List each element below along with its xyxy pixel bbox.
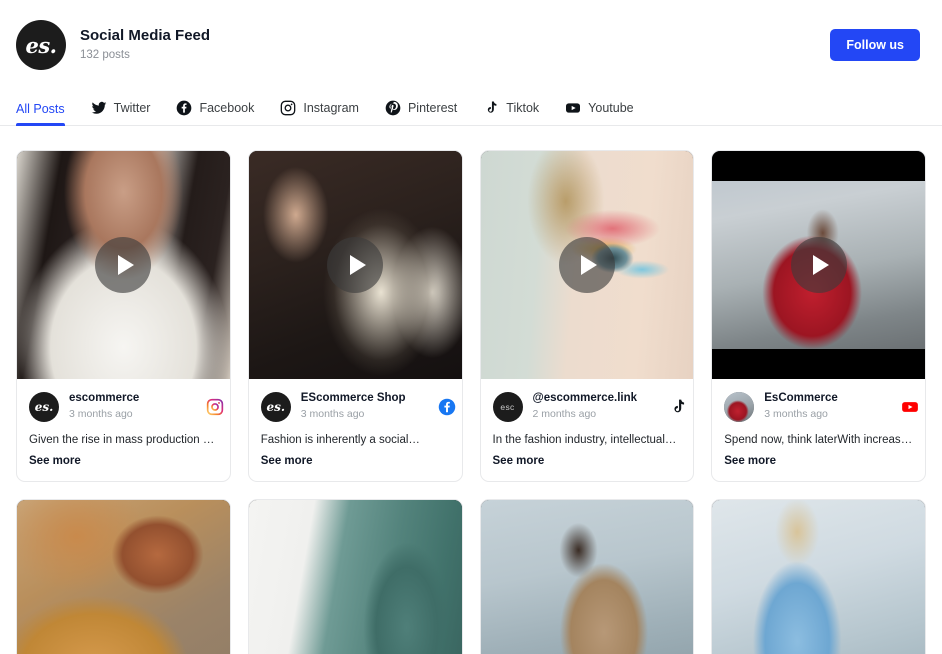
post-author-block: escommerce 3 months ago: [69, 391, 139, 422]
instagram-icon: [280, 100, 296, 116]
post-author: escommerce: [69, 392, 140, 404]
post-media[interactable]: [248, 151, 462, 379]
post-image: [480, 500, 694, 654]
post-meta: es. EScommerce Shop 3 months ago: [249, 379, 462, 422]
tab-pinterest-label: Pinterest: [407, 101, 458, 115]
post-card[interactable]: [479, 499, 695, 654]
tiktok-icon: [663, 398, 685, 416]
page-title: Social Media Feed: [80, 27, 211, 44]
post-media[interactable]: [17, 151, 230, 379]
facebook-icon: [176, 100, 192, 116]
tab-pinterest[interactable]: Pinterest: [385, 100, 457, 125]
post-excerpt: In the fashion industry, intellectual…: [492, 434, 677, 446]
tab-all-posts[interactable]: All Posts: [16, 102, 65, 126]
post-body: Given the rise in mass production of… Se…: [17, 422, 230, 481]
page-header: es. Social Media Feed 132 posts Follow u…: [0, 0, 942, 74]
play-icon[interactable]: [790, 237, 847, 293]
tab-tiktok[interactable]: Tiktok: [483, 100, 539, 125]
post-card[interactable]: esc @escommerce.link 2 months ago In the…: [479, 150, 695, 482]
post-author: EsCommerce: [764, 392, 838, 404]
see-more-link[interactable]: See more: [261, 455, 450, 467]
brand-text: Social Media Feed 132 posts: [80, 27, 210, 63]
post-card[interactable]: es. EScommerce Shop 3 months ago Fashion…: [247, 150, 463, 482]
play-icon[interactable]: [558, 237, 615, 293]
post-body: Spend now, think laterWith increasi… See…: [712, 422, 925, 481]
network-tabs: All Posts Twitter Facebook Instagram Pin…: [0, 90, 942, 126]
post-body: Fashion is inherently a social… See more: [249, 422, 462, 481]
post-image: [17, 500, 230, 654]
post-author-block: @escommerce.link 2 months ago: [533, 391, 638, 422]
post-media[interactable]: [480, 151, 694, 379]
post-time: 3 months ago: [764, 408, 828, 420]
post-meta: es. escommerce 3 months ago: [17, 379, 230, 422]
tab-instagram[interactable]: Instagram: [280, 100, 359, 125]
avatar: esc: [492, 391, 523, 422]
tab-youtube-label: Youtube: [588, 101, 634, 115]
posts-grid: es. escommerce 3 months ago Given the ri…: [0, 126, 942, 654]
avatar-image: [724, 391, 755, 422]
post-author: @escommerce.link: [532, 392, 638, 404]
see-more-link[interactable]: See more: [724, 455, 913, 467]
post-author-block: EsCommerce 3 months ago: [764, 391, 838, 422]
avatar: es.: [29, 391, 59, 422]
es-brand-logo: es.: [16, 20, 66, 70]
post-time: 3 months ago: [69, 408, 133, 420]
tab-tiktok-label: Tiktok: [506, 101, 540, 115]
post-body: In the fashion industry, intellectual… S…: [481, 422, 694, 481]
play-icon[interactable]: [327, 237, 384, 293]
letterbox-bar-top: [712, 151, 925, 181]
post-card[interactable]: es. escommerce 3 months ago Given the ri…: [16, 150, 231, 482]
avatar: [724, 391, 755, 422]
brand: es. Social Media Feed 132 posts: [16, 20, 210, 70]
post-media[interactable]: [248, 500, 462, 654]
post-media[interactable]: [17, 500, 230, 654]
post-excerpt: Spend now, think laterWith increasi…: [724, 434, 913, 446]
tab-facebook[interactable]: Facebook: [176, 100, 254, 125]
post-card[interactable]: [247, 499, 463, 654]
post-card[interactable]: EsCommerce 3 months ago Spend now, think…: [711, 150, 926, 482]
tab-twitter[interactable]: Twitter: [91, 100, 151, 125]
post-media[interactable]: [480, 500, 694, 654]
tab-facebook-label: Facebook: [199, 101, 255, 115]
twitter-icon: [91, 100, 107, 116]
youtube-icon: [565, 100, 581, 116]
posts-count: 132 posts: [80, 49, 130, 61]
instagram-icon: [200, 398, 223, 416]
post-time: 3 months ago: [300, 408, 365, 420]
post-media[interactable]: [712, 500, 925, 654]
post-time: 2 months ago: [532, 408, 597, 420]
post-excerpt: Fashion is inherently a social…: [260, 434, 420, 446]
avatar: es.: [260, 391, 291, 422]
post-meta: EsCommerce 3 months ago: [712, 379, 925, 422]
post-excerpt: Given the rise in mass production of…: [29, 434, 218, 446]
post-media[interactable]: [712, 151, 925, 379]
tab-twitter-label: Twitter: [113, 101, 151, 115]
see-more-link[interactable]: See more: [29, 455, 218, 467]
post-image: [712, 500, 925, 654]
youtube-icon: [895, 398, 918, 416]
facebook-icon: [432, 398, 455, 416]
tab-instagram-label: Instagram: [303, 101, 359, 115]
letterbox-bar-bottom: [712, 349, 925, 379]
tiktok-icon: [483, 100, 499, 116]
play-icon[interactable]: [95, 237, 152, 293]
post-image: [248, 500, 462, 654]
post-author: EScommerce Shop: [300, 392, 406, 404]
see-more-link[interactable]: See more: [493, 455, 682, 467]
tab-youtube[interactable]: Youtube: [565, 100, 634, 125]
post-meta: esc @escommerce.link 2 months ago: [481, 379, 694, 422]
tab-all-posts-label: All Posts: [16, 102, 65, 116]
post-author-block: EScommerce Shop 3 months ago: [301, 391, 406, 422]
follow-us-button[interactable]: Follow us: [830, 29, 920, 61]
pinterest-icon: [385, 100, 401, 116]
post-card[interactable]: [16, 499, 231, 654]
post-card[interactable]: [711, 499, 926, 654]
